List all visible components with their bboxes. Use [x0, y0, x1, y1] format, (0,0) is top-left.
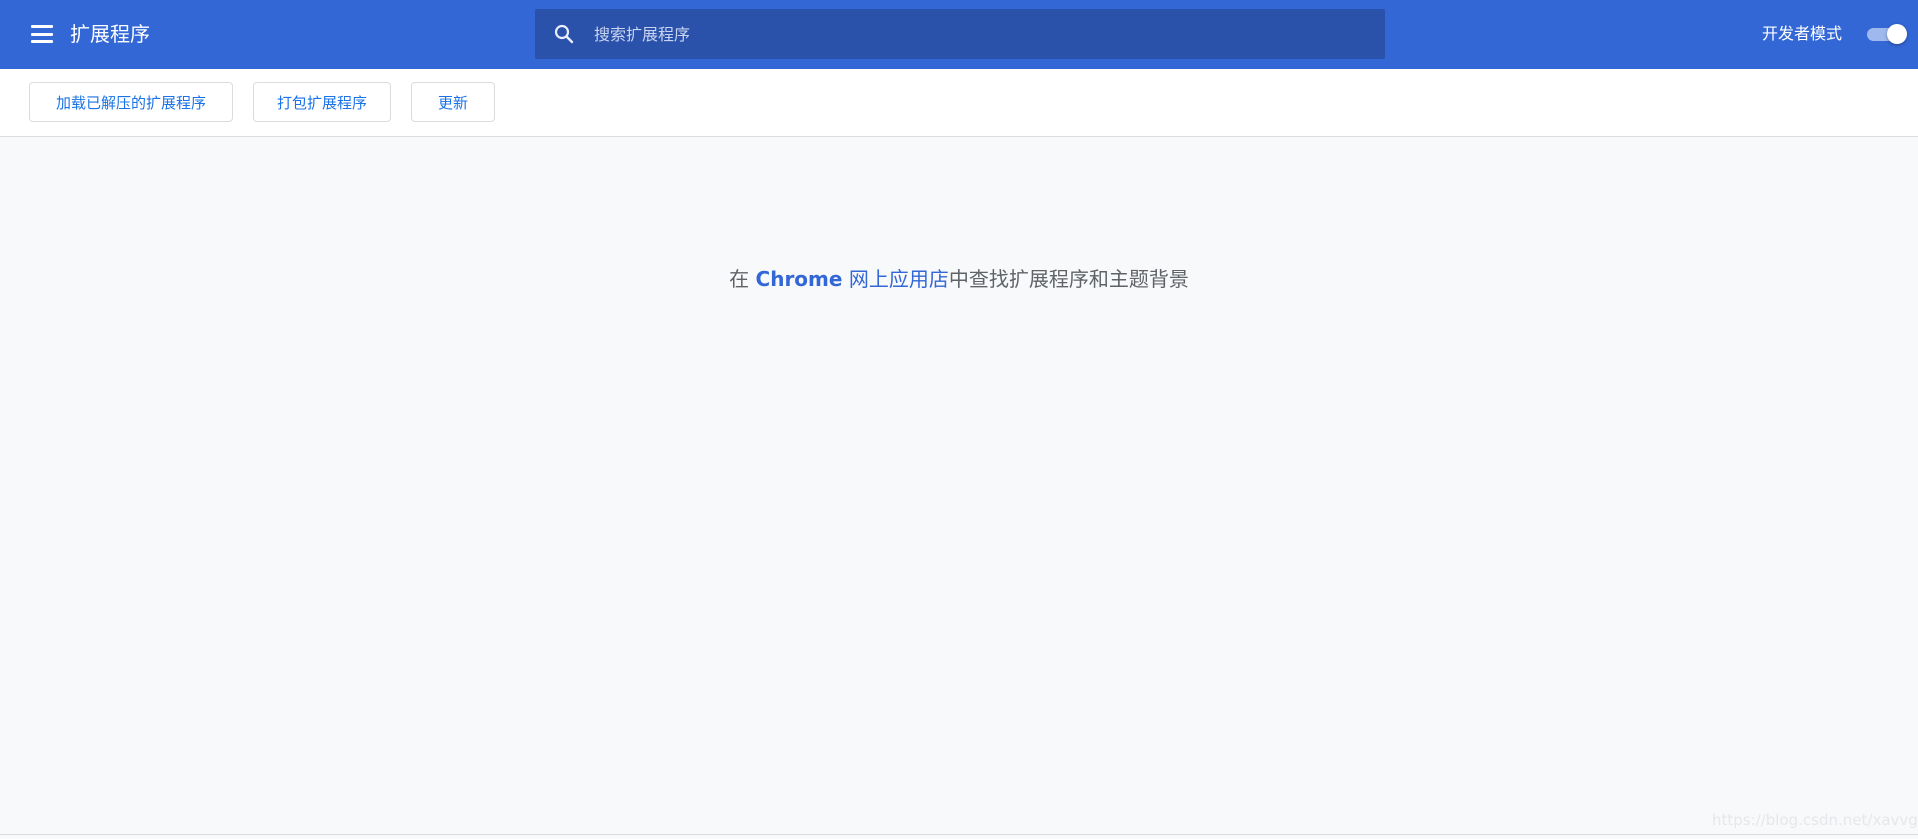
update-button[interactable]: 更新 — [411, 82, 495, 122]
hamburger-menu-icon — [31, 25, 53, 28]
developer-mode-toggle[interactable] — [1865, 24, 1907, 44]
page-title: 扩展程序 — [70, 22, 150, 46]
message-suffix: 中查找扩展程序和主题背景 — [948, 267, 1189, 291]
extensions-header: 扩展程序 开发者模式 — [0, 0, 1918, 69]
store-brand: Chrome — [755, 267, 843, 291]
toggle-knob — [1887, 24, 1907, 44]
load-unpacked-button[interactable]: 加载已解压的扩展程序 — [29, 82, 233, 122]
hamburger-menu-icon-bar — [31, 40, 53, 43]
search-input[interactable] — [592, 9, 1372, 59]
developer-mode-label: 开发者模式 — [1762, 24, 1843, 43]
no-extensions-message: 在 Chrome 网上应用店中查找扩展程序和主题背景 — [0, 265, 1918, 293]
message-prefix: 在 — [729, 267, 756, 291]
bottom-divider — [0, 834, 1918, 835]
hamburger-menu-icon-bar — [31, 32, 53, 36]
search-box[interactable] — [535, 9, 1385, 59]
pack-extension-button[interactable]: 打包扩展程序 — [253, 82, 391, 122]
store-name: 网上应用店 — [842, 267, 949, 291]
developer-toolbar: 加载已解压的扩展程序 打包扩展程序 更新 — [0, 69, 1918, 137]
search-icon — [554, 24, 574, 44]
web-store-link[interactable]: Chrome 网上应用店 — [756, 267, 949, 291]
watermark-text: https://blog.csdn.net/xavvgu — [1712, 811, 1918, 829]
main-menu-button[interactable] — [29, 22, 55, 46]
extensions-list-area: 在 Chrome 网上应用店中查找扩展程序和主题背景 — [0, 137, 1918, 834]
